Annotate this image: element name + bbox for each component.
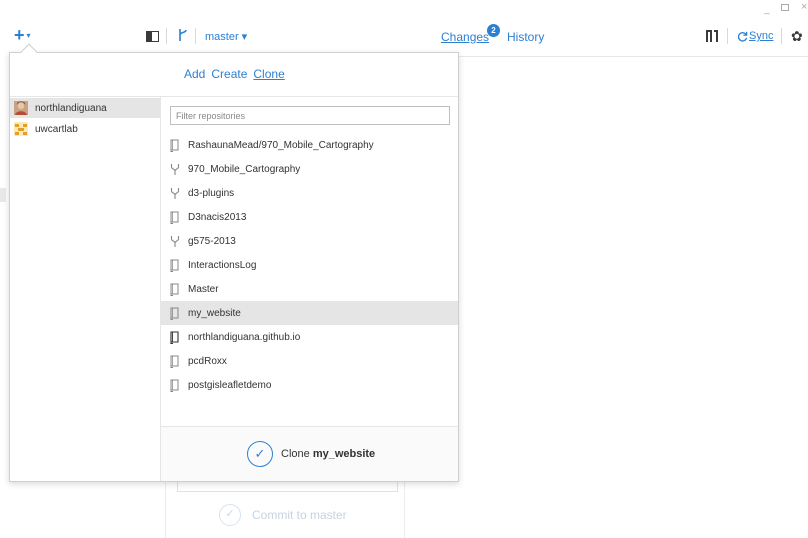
repo-icon <box>170 330 180 344</box>
repo-name: northlandiguana.github.io <box>188 331 301 343</box>
repo-item-pcdroxx[interactable]: pcdRoxx <box>161 349 458 373</box>
pull-request-icon[interactable] <box>705 29 719 43</box>
repo-name: 970_Mobile_Cartography <box>188 163 301 175</box>
add-repository-button[interactable]: + ▾ <box>14 26 38 44</box>
repo-icon <box>170 283 180 296</box>
repo-item-interactionslog[interactable]: InteractionsLog <box>161 253 458 277</box>
repo-item-northlandiguana-github-io[interactable]: northlandiguana.github.io <box>161 325 458 349</box>
account-item-uwcartlab[interactable]: uwcartlab <box>10 119 160 139</box>
filter-repositories-input[interactable] <box>170 106 450 125</box>
avatar <box>14 122 28 136</box>
branch-icon <box>179 29 187 41</box>
repo-name: InteractionsLog <box>188 259 257 271</box>
changes-count-badge: 2 <box>487 24 500 37</box>
tab-changes[interactable]: Changes <box>441 30 489 44</box>
repo-icon <box>170 139 180 152</box>
sync-button[interactable]: Sync <box>749 30 773 42</box>
repo-name: D3nacis2013 <box>188 211 247 223</box>
repo-item-g575-2013[interactable]: g575-2013 <box>161 229 458 253</box>
popover-tabs: Add Create Clone <box>10 53 458 97</box>
chevron-down-icon: ▾ <box>26 30 31 40</box>
repo-item-master[interactable]: Master <box>161 277 458 301</box>
repo-name: my_website <box>188 307 241 319</box>
repo-item-my-website[interactable]: my_website <box>161 301 458 325</box>
account-item-northlandiguana[interactable]: northlandiguana <box>10 98 160 118</box>
avatar <box>14 101 28 115</box>
repository-pane: RashaunaMead/970_Mobile_Cartography 970_… <box>161 97 458 481</box>
tab-history[interactable]: History <box>507 30 544 44</box>
repo-name: pcdRoxx <box>188 355 227 367</box>
checkmark-icon: ✓ <box>247 441 273 467</box>
tab-add[interactable]: Add <box>184 67 205 81</box>
branch-selector[interactable]: master ▾ <box>205 30 247 43</box>
repo-item-d3nacis2013[interactable]: D3nacis2013 <box>161 205 458 229</box>
repo-name: g575-2013 <box>188 235 236 247</box>
fork-icon <box>170 235 180 248</box>
background-sidebar-marker <box>0 188 6 202</box>
close-window-button[interactable]: × <box>801 1 807 13</box>
commit-button-label: Commit to master <box>252 508 347 522</box>
plus-icon: + <box>14 25 25 45</box>
toolbar-divider <box>781 28 782 44</box>
repo-icon <box>170 379 180 392</box>
repo-name: postgisleafletdemo <box>188 379 272 391</box>
repo-icon <box>170 307 180 320</box>
clone-button-label: Clone my_website <box>281 448 376 460</box>
top-toolbar: + ▾ master ▾ Changes 2 History Sync ✿ _ … <box>0 0 808 57</box>
clone-footer: ✓ Clone my_website <box>161 426 458 481</box>
sidebar-toggle-icon[interactable] <box>146 31 159 42</box>
toolbar-divider <box>195 28 196 44</box>
account-list: northlandiguana uwcartlab <box>10 97 161 481</box>
repo-icon <box>170 211 180 224</box>
commit-button[interactable]: ✓ Commit to master <box>219 503 347 527</box>
fork-icon <box>170 163 180 176</box>
account-name: northlandiguana <box>35 102 107 114</box>
toolbar-divider <box>727 28 728 44</box>
repo-item-postgisleafletdemo[interactable]: postgisleafletdemo <box>161 373 458 397</box>
repo-icon <box>170 355 180 368</box>
repo-item-970-mobile-cartography[interactable]: 970_Mobile_Cartography <box>161 157 458 181</box>
maximize-window-button[interactable] <box>781 4 789 11</box>
sync-icon <box>737 31 748 42</box>
gear-icon[interactable]: ✿ <box>791 28 803 45</box>
clone-button[interactable]: ✓ Clone my_website <box>247 441 375 467</box>
tab-create[interactable]: Create <box>211 67 247 81</box>
account-name: uwcartlab <box>35 123 78 135</box>
toolbar-divider <box>166 28 167 44</box>
repo-name: Master <box>188 283 219 295</box>
repo-name: RashaunaMead/970_Mobile_Cartography <box>188 139 374 151</box>
add-repository-popover: Add Create Clone northlandiguana uwcartl… <box>9 43 459 482</box>
repo-item-rashaunamead-970-mobile-cartography[interactable]: RashaunaMead/970_Mobile_Cartography <box>161 133 458 157</box>
repo-item-d3-plugins[interactable]: d3-plugins <box>161 181 458 205</box>
checkmark-icon: ✓ <box>219 504 241 526</box>
fork-icon <box>170 187 180 200</box>
tab-clone[interactable]: Clone <box>253 67 284 81</box>
repo-icon <box>170 259 180 272</box>
repo-name: d3-plugins <box>188 187 235 199</box>
minimize-window-button[interactable]: _ <box>764 4 770 15</box>
